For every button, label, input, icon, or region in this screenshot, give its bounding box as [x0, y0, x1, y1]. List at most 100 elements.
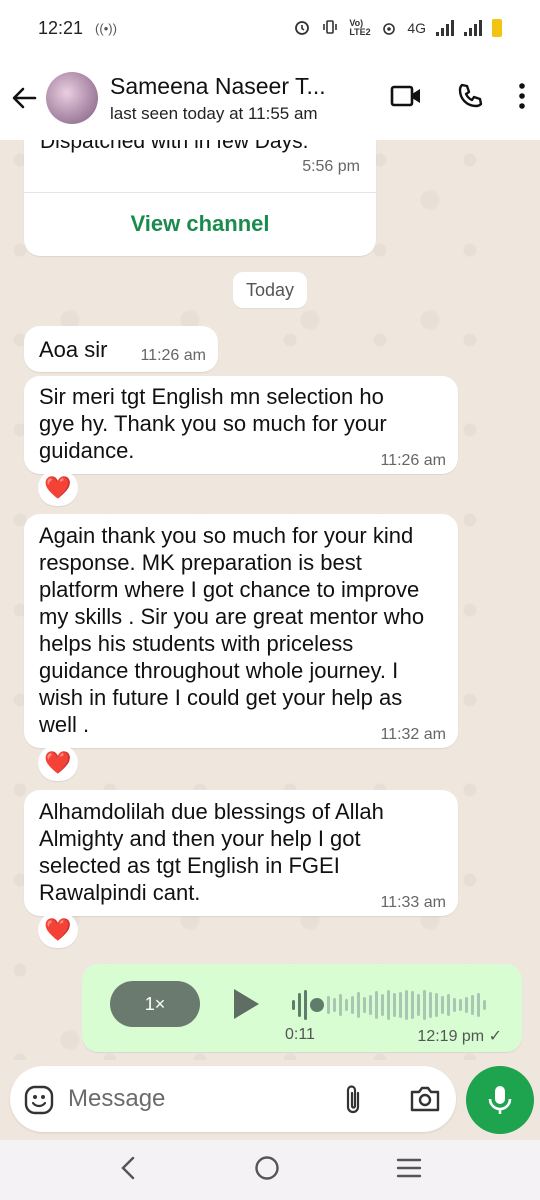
battery-icon — [492, 19, 502, 37]
nav-recents-button[interactable] — [396, 1157, 422, 1184]
divider — [24, 192, 376, 193]
waveform-bar — [387, 990, 390, 1020]
voice-message-bubble[interactable]: 1× 0:11 12:19 pm ✓ — [82, 964, 522, 1052]
waveform-bar — [435, 993, 438, 1017]
waveform-bar — [369, 995, 372, 1015]
alarm-icon — [293, 18, 311, 39]
message-text: Aoa sir — [39, 337, 108, 362]
message-time: 11:32 am — [380, 726, 446, 743]
microphone-icon — [488, 1086, 512, 1114]
back-button[interactable] — [2, 56, 46, 140]
more-options-button[interactable] — [518, 82, 526, 114]
waveform-bar — [423, 990, 426, 1020]
voice-message-time: 12:19 pm ✓ — [417, 1026, 502, 1046]
status-time: 12:21 — [38, 17, 84, 38]
header-actions — [390, 56, 526, 140]
heart-reaction-icon[interactable]: ❤️ — [38, 745, 78, 781]
emoji-button[interactable] — [24, 1085, 54, 1120]
waveform-bar — [327, 996, 330, 1014]
status-bar: 12:21 ((•)) Vo) LTE2 4G — [0, 0, 540, 56]
menu-lines-icon — [396, 1158, 422, 1177]
play-icon[interactable] — [232, 988, 260, 1020]
waveform-bar — [471, 995, 474, 1015]
waveform-bar — [333, 998, 336, 1012]
message-time: 11:33 am — [380, 894, 446, 911]
waveform-bar — [351, 996, 354, 1014]
message-text: Again thank you so much for your kind re… — [39, 523, 425, 737]
message-bubble[interactable]: Aoa sir 11:26 am — [24, 326, 218, 372]
wifi-icon — [381, 19, 397, 38]
waveform-bar — [453, 998, 456, 1012]
status-icons: Vo) LTE2 4G — [293, 18, 502, 39]
waveform-bar — [304, 990, 307, 1020]
waveform[interactable] — [292, 988, 486, 1022]
home-circle-icon — [255, 1155, 279, 1180]
last-seen: last seen today at 11:55 am — [110, 103, 318, 123]
signal-2-icon — [464, 20, 482, 36]
waveform-bar — [381, 994, 384, 1016]
video-camera-icon — [390, 85, 420, 106]
emoji-icon — [24, 1085, 54, 1115]
more-vertical-icon — [519, 82, 525, 109]
volte-label: Vo) LTE2 — [349, 18, 371, 37]
waveform-scrubber-knob[interactable] — [310, 998, 324, 1012]
waveform-bar — [459, 999, 462, 1011]
phone-icon — [458, 83, 483, 107]
nav-home-button[interactable] — [254, 1155, 280, 1186]
nav-back-button[interactable] — [118, 1156, 138, 1185]
view-channel-button[interactable]: View channel — [24, 196, 376, 252]
message-bubble[interactable]: Again thank you so much for your kind re… — [24, 514, 458, 748]
channel-card: Dispatched with in few Days. 5:56 pm Vie… — [24, 140, 376, 256]
message-input[interactable] — [68, 1080, 308, 1118]
back-arrow-icon — [12, 87, 37, 109]
message-bubble[interactable]: Sir meri tgt English mn selection ho gye… — [24, 376, 458, 474]
hotspot-icon: ((•)) — [95, 20, 117, 36]
channel-card-time: 5:56 pm — [302, 158, 360, 175]
waveform-bar — [292, 1000, 295, 1010]
network-type: 4G — [407, 20, 426, 36]
heart-reaction-icon[interactable]: ❤️ — [38, 912, 78, 948]
chat-header: Sameena Naseer T... last seen today at 1… — [0, 56, 540, 140]
waveform-bar — [441, 996, 444, 1014]
date-chip: Today — [233, 272, 307, 308]
avatar[interactable] — [46, 72, 98, 124]
camera-button[interactable] — [409, 1085, 441, 1118]
waveform-bar — [393, 993, 396, 1017]
waveform-bar — [345, 999, 348, 1011]
waveform-bar — [411, 991, 414, 1019]
waveform-bar — [483, 1000, 486, 1010]
contact-name: Sameena Naseer T... — [110, 72, 326, 99]
voice-record-button[interactable] — [466, 1066, 534, 1134]
voice-duration: 0:11 — [285, 1026, 315, 1043]
system-navigation-bar — [0, 1140, 540, 1200]
message-bubble[interactable]: Alhamdolilah due blessings of Allah Almi… — [24, 790, 458, 916]
paperclip-icon — [346, 1085, 360, 1114]
contact-info[interactable]: Sameena Naseer T... last seen today at 1… — [110, 73, 350, 124]
message-time: 11:26 am — [380, 452, 446, 469]
waveform-bar — [339, 994, 342, 1016]
waveform-bar — [399, 992, 402, 1018]
waveform-bar — [429, 992, 432, 1018]
waveform-bar — [447, 994, 450, 1016]
signal-1-icon — [436, 20, 454, 36]
waveform-bar — [405, 990, 408, 1020]
heart-reaction-icon[interactable]: ❤️ — [38, 470, 78, 506]
message-time: 11:26 am — [140, 347, 206, 364]
video-call-button[interactable] — [390, 84, 422, 113]
voice-call-button[interactable] — [456, 82, 484, 115]
voice-time-text: 12:19 pm — [417, 1028, 485, 1045]
waveform-bar — [375, 991, 378, 1019]
waveform-bar — [298, 993, 301, 1017]
camera-icon — [410, 1086, 440, 1112]
waveform-bar — [357, 992, 360, 1018]
message-composer — [10, 1066, 456, 1132]
waveform-bar — [465, 997, 468, 1013]
attach-button[interactable] — [342, 1084, 364, 1121]
message-text: Alhamdolilah due blessings of Allah Almi… — [39, 799, 384, 905]
message-text: Sir meri tgt English mn selection ho gye… — [39, 384, 387, 463]
waveform-bar — [363, 997, 366, 1013]
playback-speed-button[interactable]: 1× — [110, 981, 200, 1027]
channel-card-text: Dispatched with in few Days. — [40, 140, 309, 153]
waveform-bar — [477, 993, 480, 1017]
chat-area[interactable]: Dispatched with in few Days. 5:56 pm Vie… — [0, 140, 540, 1060]
